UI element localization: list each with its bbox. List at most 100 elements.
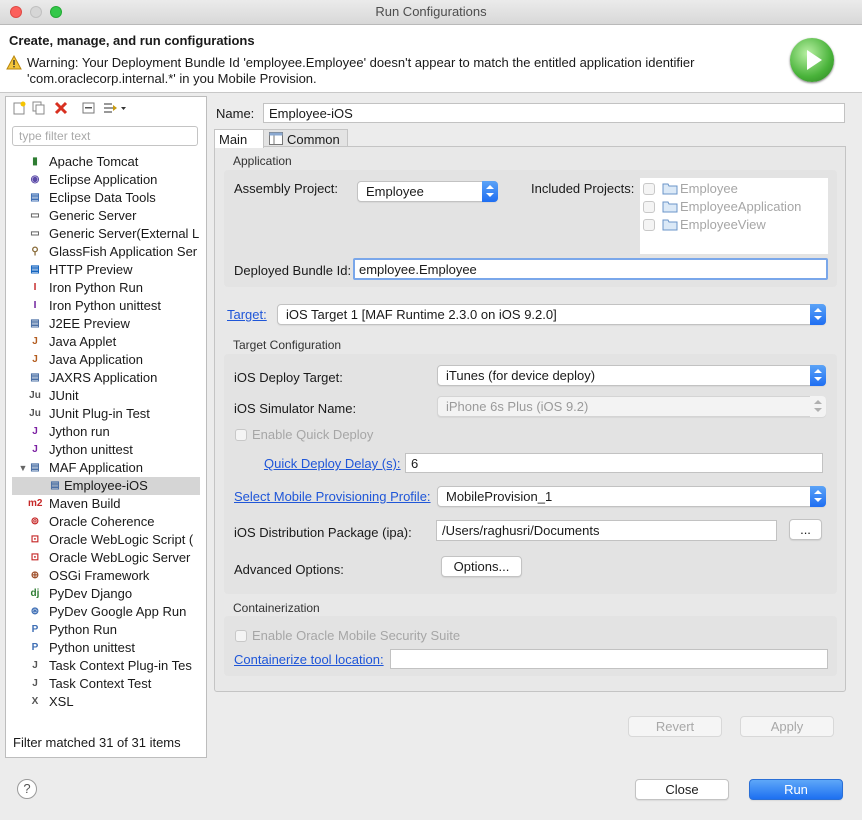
quick-deploy-delay-link[interactable]: Quick Deploy Delay (s): [264,456,401,471]
tree-item[interactable]: ⊡ Oracle WebLogic Server [6,549,206,567]
warning-line-2: 'com.oraclecorp.internal.*' in you Mobil… [27,71,317,86]
simulator-name-select[interactable]: iPhone 6s Plus (iOS 9.2) [437,396,826,417]
provisioning-profile-select[interactable]: MobileProvision_1 [437,486,826,507]
tree-item-label: Generic Server [49,208,137,223]
tree-item[interactable]: Ju JUnit [6,387,206,405]
folder-icon [662,201,678,213]
tree-item-employee-ios[interactable]: ▤ Employee-iOS [12,477,200,495]
quick-deploy-checkbox[interactable] [235,429,247,441]
tree-item[interactable]: ◉ Eclipse Application [6,171,206,189]
tree-item[interactable]: m2 Maven Build [6,495,206,513]
tree-item[interactable]: J Jython run [6,423,206,441]
tree-item[interactable]: J Java Applet [6,333,206,351]
tree-item[interactable]: P Python unittest [6,639,206,657]
tree-item[interactable]: ▤ JAXRS Application [6,369,206,387]
http-icon: ▤ [30,264,40,275]
tree-item[interactable]: ▼ ▤ MAF Application [6,459,206,477]
target-value: iOS Target 1 [MAF Runtime 2.3.0 on iOS 9… [286,307,557,322]
jython-icon: J [32,426,38,437]
assembly-project-select[interactable]: Employee [357,181,498,202]
tree-item[interactable]: ▤ HTTP Preview [6,261,206,279]
tree-item-label: Oracle WebLogic Script ( [49,532,194,547]
tab-main[interactable]: Main [214,129,264,148]
included-project-item[interactable]: EmployeeView [640,216,828,234]
tree-item-label: Task Context Test [49,676,152,691]
tree-item[interactable]: I Iron Python unittest [6,297,206,315]
target-select[interactable]: iOS Target 1 [MAF Runtime 2.3.0 on iOS 9… [277,304,826,325]
close-button[interactable]: Close [635,779,729,800]
containerize-tool-link[interactable]: Containerize tool location: [234,652,384,667]
revert-button[interactable]: Revert [628,716,722,737]
security-suite-label: Enable Oracle Mobile Security Suite [252,628,461,643]
filter-menu-icon[interactable] [102,101,128,115]
tomcat-icon: ▮ [32,156,38,167]
python-icon: P [31,624,39,635]
tree-item[interactable]: J Jython unittest [6,441,206,459]
target-config-section-title: Target Configuration [233,338,342,352]
tree-item[interactable]: X XSL [6,693,206,711]
bundle-id-input[interactable]: employee.Employee [353,258,828,280]
included-project-checkbox[interactable] [643,183,655,195]
help-button[interactable]: ? [17,779,37,799]
tree-item[interactable]: ⊛ PyDev Google App Run [6,603,206,621]
tree-item-label: Python Run [49,622,117,637]
tree-item[interactable]: ▤ Eclipse Data Tools [6,189,206,207]
eclipse-icon: ◉ [30,174,40,185]
ipa-path-input[interactable]: /Users/raghusri/Documents [436,520,777,541]
name-input[interactable]: Employee-iOS [263,103,845,123]
tree-item[interactable]: ⊚ Oracle Coherence [6,513,206,531]
bundle-id-label: Deployed Bundle Id: [234,263,352,278]
included-project-item[interactable]: Employee [640,180,828,198]
junit-plugin-icon: Ju [29,408,41,419]
tree-item-label: Task Context Plug-in Tes [49,658,192,673]
options-button[interactable]: Options... [441,556,522,577]
deploy-target-select[interactable]: iTunes (for device deploy) [437,365,826,386]
containerize-tool-input[interactable] [390,649,828,669]
tree-item[interactable]: dj PyDev Django [6,585,206,603]
tree-item[interactable]: J Task Context Test [6,675,206,693]
tree-item[interactable]: ⚲ GlassFish Application Ser [6,243,206,261]
new-configuration-icon[interactable] [12,101,26,115]
tree-item[interactable]: ▭ Generic Server [6,207,206,225]
tree-item[interactable]: J Java Application [6,351,206,369]
tree-item[interactable]: J Task Context Plug-in Tes [6,657,206,675]
python-unittest-icon: P [31,642,39,653]
included-project-checkbox[interactable] [643,201,655,213]
target-link[interactable]: Target: [227,307,267,322]
included-project-label: EmployeeApplication [680,199,802,214]
tree-item[interactable]: ⊡ Oracle WebLogic Script ( [6,531,206,549]
window-title: Run Configurations [375,4,487,19]
apply-button[interactable]: Apply [740,716,834,737]
weblogic-icon: ⊡ [30,552,40,563]
java-app-icon: J [32,354,38,365]
browse-button[interactable]: ... [789,519,822,540]
security-suite-checkbox[interactable] [235,630,247,642]
delete-configuration-icon[interactable] [54,101,68,115]
run-button[interactable]: Run [749,779,843,800]
tree-item-label: PyDev Google App Run [49,604,187,619]
tree-item[interactable]: ▮ Apache Tomcat [6,153,206,171]
warning-icon [6,55,22,70]
common-tab-icon [269,132,283,145]
maf-config-icon: ▤ [50,480,60,491]
tree-item-label: Jython run [49,424,110,439]
included-project-checkbox[interactable] [643,219,655,231]
deploy-target-label: iOS Deploy Target: [234,370,343,385]
tab-common[interactable]: Common [264,129,348,147]
tree-item[interactable]: ▭ Generic Server(External L [6,225,206,243]
collapse-all-icon[interactable] [82,101,96,115]
provisioning-profile-link[interactable]: Select Mobile Provisioning Profile: [234,489,431,504]
filter-input[interactable] [12,126,198,146]
tree-item[interactable]: Ju JUnit Plug-in Test [6,405,206,423]
server-icon: ▭ [30,228,40,239]
tab-common-label: Common [287,132,340,147]
tree-item[interactable]: P Python Run [6,621,206,639]
tree-item[interactable]: ▤ J2EE Preview [6,315,206,333]
tree-item[interactable]: I Iron Python Run [6,279,206,297]
quick-deploy-delay-input[interactable]: 6 [405,453,823,473]
tree-item[interactable]: ⊕ OSGi Framework [6,567,206,585]
included-project-item[interactable]: EmployeeApplication [640,198,828,216]
duplicate-configuration-icon[interactable] [32,101,46,115]
java-applet-icon: J [32,336,38,347]
warning-message: Warning: Your Deployment Bundle Id 'empl… [27,55,767,87]
